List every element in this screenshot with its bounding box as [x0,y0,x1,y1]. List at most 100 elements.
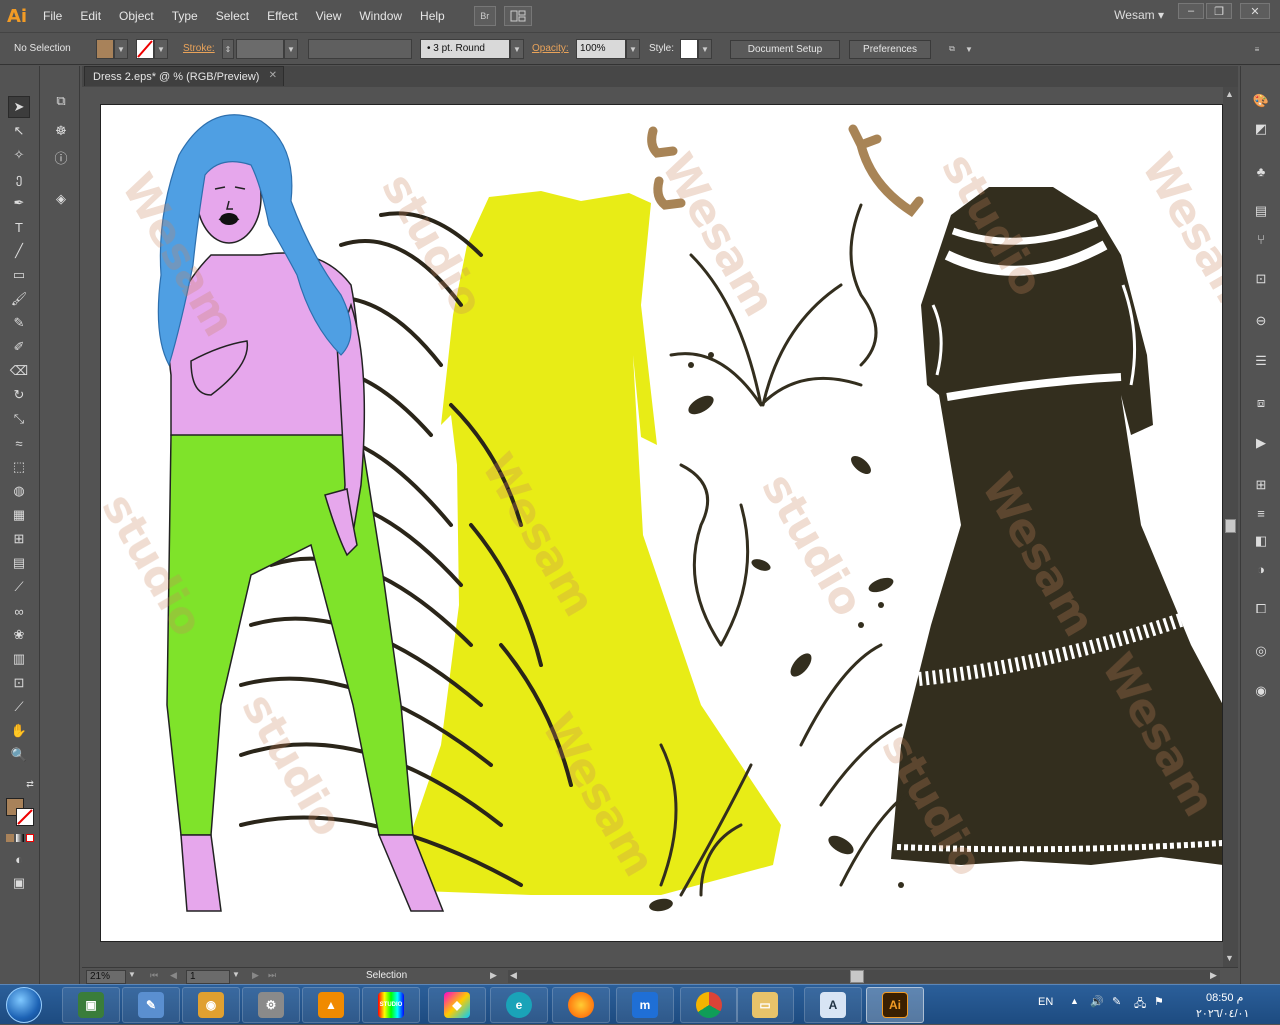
magic-wand-tool[interactable]: ✧ [8,144,30,166]
gradient-panel-button[interactable]: ◧ [1250,530,1272,552]
color-panel-button[interactable]: ◩ [1250,118,1272,140]
arrange-documents-button[interactable] [503,6,532,26]
color-guide-panel-button[interactable]: 🎨 [1250,90,1272,112]
artboards-panel-button[interactable]: ⊡ [1250,268,1272,290]
scroll-down-icon[interactable]: ▼ [1225,953,1234,963]
graphic-style-swatch[interactable] [680,39,698,59]
document-setup-button[interactable]: Document Setup [730,40,840,59]
start-button[interactable] [6,987,42,1023]
menu-help[interactable]: Help [411,0,454,32]
stroke-weight-stepper[interactable]: ⇕ [222,39,234,59]
taskbar-app-edge[interactable]: e [490,987,548,1023]
status-menu-icon[interactable]: ▶ [490,970,497,981]
links-panel-button[interactable]: ⊖ [1250,310,1272,332]
rotate-tool[interactable]: ↻ [8,384,30,406]
first-artboard-icon[interactable]: ⏮ [150,970,158,981]
transparency-panel-button[interactable]: ◑ [1250,558,1272,580]
artboard[interactable]: Wesam studio Wesam studio Wesam studio W… [100,104,1223,942]
zoom-tool[interactable]: 🔍 [8,744,30,766]
vertical-scroll-thumb[interactable] [1225,519,1236,533]
slice-tool[interactable]: ⟋ [8,696,30,718]
shape-builder-tool[interactable]: ◍ [8,480,30,502]
perspective-grid-tool[interactable]: ▦ [8,504,30,526]
gradient-tool[interactable]: ▤ [8,552,30,574]
next-artboard-icon[interactable]: ▶ [252,970,259,981]
bridge-button[interactable]: Br [473,6,496,26]
pen-tray-icon[interactable]: ✎ [1112,995,1121,1008]
minimize-button[interactable]: – [1178,3,1204,19]
rectangle-tool[interactable]: ▭ [8,264,30,286]
stroke-swatch[interactable] [136,39,154,59]
taskbar-app-firefox[interactable] [552,987,610,1023]
menu-type[interactable]: Type [163,0,207,32]
menu-window[interactable]: Window [350,0,411,32]
hand-tool[interactable]: ✋ [8,720,30,742]
mesh-tool[interactable]: ⊞ [8,528,30,550]
taskbar-app-chrome[interactable] [680,987,738,1023]
layers-panel-button[interactable]: ◈ [50,188,72,210]
scroll-right-icon[interactable]: ▶ [1210,970,1217,981]
language-indicator[interactable]: EN [1038,996,1053,1008]
zoom-field[interactable]: 21% [86,970,126,984]
document-info-panel-button[interactable]: ▤ [1250,200,1272,222]
brushes-panel-button[interactable]: ⑂ [1250,228,1272,250]
stroke-dropdown[interactable]: ▼ [154,39,168,59]
pathfinder-panel-button[interactable]: ⧈ [1250,392,1272,414]
paintbrush-tool[interactable]: 🖌 [8,288,30,310]
horizontal-scrollbar[interactable] [508,970,1220,983]
graphic-styles-panel-button[interactable]: ⧠ [1250,598,1272,620]
network-icon[interactable]: 🖧 [1134,995,1146,1014]
navigator-panel-button[interactable]: ☸ [50,120,72,142]
menu-select[interactable]: Select [207,0,258,32]
taskbar-app-studio[interactable]: STUDIO [362,987,420,1023]
lasso-tool[interactable]: ე [8,168,30,190]
last-artboard-icon[interactable]: ⏭ [268,970,276,981]
opacity-label[interactable]: Opacity: [532,43,569,54]
arrange-icon-button[interactable]: ⧉ [942,39,962,59]
action-center-icon[interactable]: ⚑ [1154,995,1164,1008]
preferences-button[interactable]: Preferences [849,40,931,59]
clock-time[interactable]: 08:50 م [1206,991,1243,1004]
volume-icon[interactable]: 🔊 [1090,995,1104,1008]
pen-tool[interactable]: ✒ [8,192,30,214]
fill-dropdown[interactable]: ▼ [114,39,128,59]
stroke-weight-dropdown[interactable]: ▼ [284,39,298,59]
graphic-style-dropdown[interactable]: ▼ [698,39,712,59]
info-panel-button[interactable]: ⓘ [50,146,72,168]
taskbar-app-vlc[interactable]: ▲ [302,987,360,1023]
image-trace-panel-button[interactable]: ◉ [1250,680,1272,702]
pencil-tool[interactable]: ✎ [8,312,30,334]
line-tool[interactable]: ╱ [8,240,30,262]
show-hidden-icons[interactable]: ▲ [1070,996,1079,1006]
draw-mode-button[interactable]: ◐ [8,848,30,870]
taskbar-app-monitor[interactable]: ▣ [62,987,120,1023]
workspace-switcher[interactable]: Wesam ▾ [1114,8,1164,22]
arrange-dropdown[interactable]: ▼ [962,39,976,59]
artboard-number-field[interactable]: 1 [186,970,230,984]
scale-tool[interactable]: ⤡ [8,408,30,430]
menu-edit[interactable]: Edit [71,0,110,32]
screen-mode-button[interactable]: ▣ [8,872,30,894]
opacity-field[interactable]: 100% [576,39,626,59]
taskbar-app-illustrator[interactable]: Ai [866,987,924,1023]
artboard-tool[interactable]: ⊡ [8,672,30,694]
opacity-dropdown[interactable]: ▼ [626,39,640,59]
appearance-panel-button[interactable]: ◎ [1250,640,1272,662]
taskbar-app-wordpad[interactable]: A [804,987,862,1023]
scroll-left-icon[interactable]: ◀ [510,970,517,981]
taskbar-app-explorer[interactable]: ▭ [736,987,794,1023]
horizontal-scroll-thumb[interactable] [850,970,864,983]
menu-file[interactable]: File [34,0,71,32]
document-tab[interactable]: Dress 2.eps* @ % (RGB/Preview) ✕ [84,66,284,86]
blob-brush-tool[interactable]: ✐ [8,336,30,358]
stroke-color-swatch[interactable] [16,808,34,826]
previous-artboard-icon[interactable]: ◀ [170,970,177,981]
panel-menu-button[interactable]: ≡ [1248,39,1266,59]
restore-button[interactable]: ❐ [1206,3,1232,19]
stroke-panel-button[interactable]: ≡ [1250,502,1272,524]
fill-swatch[interactable] [96,39,114,59]
stroke-label[interactable]: Stroke: [183,43,215,54]
clock-date[interactable]: ٢٠٢٦/٠٤/٠١ [1196,1007,1249,1020]
symbols-panel-button[interactable]: ♣ [1250,160,1272,182]
direct-selection-tool[interactable]: ↖ [8,120,30,142]
